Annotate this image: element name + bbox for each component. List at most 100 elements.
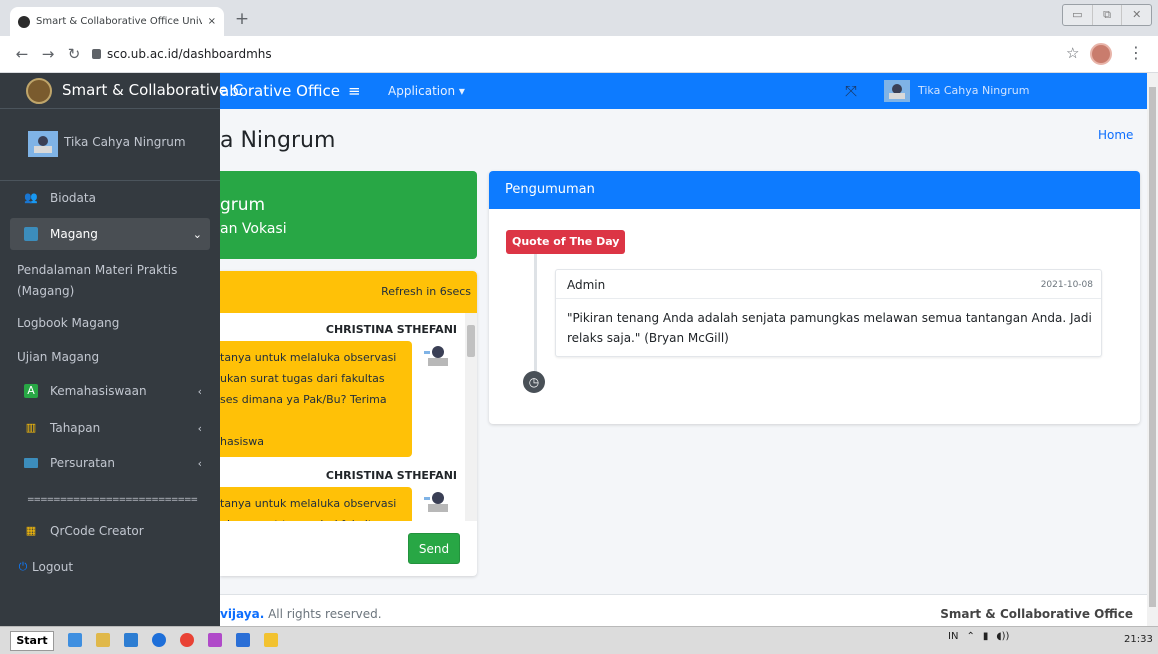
- ie-icon[interactable]: [68, 633, 82, 647]
- sidebar-item-qrcode[interactable]: ▦ QrCode Creator: [10, 515, 210, 547]
- outlook-icon[interactable]: [124, 633, 138, 647]
- page-scrollbar[interactable]: [1147, 73, 1158, 626]
- message-sender: CHRISTINA STHEFANI: [325, 323, 457, 336]
- send-button[interactable]: Send: [408, 533, 460, 564]
- chat-box: Refresh in 6secs CHRISTINA STHEFANI tany…: [220, 271, 477, 576]
- users-icon: 👥: [24, 191, 38, 204]
- profile-avatar[interactable]: [1090, 43, 1112, 65]
- sidebar-user-name: Tika Cahya Ningrum: [64, 135, 186, 149]
- sidebar-item-logout[interactable]: ⏻ Logout: [10, 551, 210, 583]
- browser-menu-icon[interactable]: ⋮: [1128, 43, 1144, 62]
- quote-text: "Pikiran tenang Anda adalah senjata pamu…: [567, 311, 1092, 345]
- folder-icon[interactable]: [96, 633, 110, 647]
- announcement-title: Pengumuman: [489, 171, 1140, 209]
- sidebar-item-label: Tahapan: [50, 421, 101, 435]
- profile-faculty: an Vokasi: [220, 221, 287, 237]
- university-logo-icon: [26, 78, 52, 104]
- badge-a-icon: A: [24, 384, 38, 398]
- sidebar-user-panel[interactable]: Tika Cahya Ningrum: [0, 109, 220, 181]
- footer-brand: Smart & Collaborative Office: [940, 607, 1133, 621]
- chrome-icon[interactable]: [180, 633, 194, 647]
- navbar-user-name[interactable]: Tika Cahya Ningrum: [918, 73, 1029, 109]
- app-icon[interactable]: [208, 633, 222, 647]
- sidebar-item-tahapan[interactable]: ▥ Tahapan ‹: [10, 412, 210, 444]
- sidebar-brand[interactable]: Smart & Collaborative C: [0, 73, 243, 109]
- sidebar-subitem-pendalaman[interactable]: Pendalaman Materi Praktis (Magang): [17, 260, 207, 302]
- network-icon[interactable]: ▮: [983, 631, 989, 642]
- bank-icon: ▥: [25, 421, 37, 434]
- timeline-date: 2021-10-08: [1040, 280, 1093, 290]
- tray-arrow-icon[interactable]: ⌃: [966, 631, 974, 642]
- footer-copyright: vijaya. All rights reserved.: [220, 607, 382, 621]
- timeline-item: Admin 2021-10-08 "Pikiran tenang Anda ad…: [555, 269, 1102, 357]
- sidebar: Smart & Collaborative C Tika Cahya Ningr…: [0, 73, 243, 626]
- forward-arrow-icon[interactable]: →: [38, 44, 58, 64]
- app-icon[interactable]: [236, 633, 250, 647]
- chevron-left-icon: ‹: [197, 456, 202, 470]
- monitor-icon: [24, 227, 38, 241]
- footer-rights: All rights reserved.: [264, 607, 382, 621]
- timeline-author: Admin: [567, 278, 606, 292]
- footer-link[interactable]: vijaya.: [220, 607, 264, 621]
- lock-icon: [92, 49, 101, 59]
- sidebar-item-label: QrCode Creator: [50, 524, 144, 538]
- hamburger-menu-icon[interactable]: ≡: [348, 73, 361, 109]
- sidebar-item-kemahasiswaan[interactable]: A Kemahasiswaan ‹: [10, 375, 210, 407]
- close-window-button[interactable]: ✕: [1122, 5, 1151, 25]
- restore-button[interactable]: ⧉: [1093, 5, 1123, 25]
- message-bubble: tanya untuk melaluka observasi ukan sura…: [220, 341, 412, 457]
- message-bubble: tanya untuk melaluka observasi ukan sura…: [220, 487, 412, 521]
- clock-icon: ◷: [523, 371, 545, 393]
- sidebar-item-label: Biodata: [50, 191, 96, 205]
- chat-scroll-thumb[interactable]: [467, 325, 475, 357]
- page-title: a Ningrum: [220, 128, 336, 153]
- page-scroll-thumb[interactable]: [1149, 87, 1156, 607]
- sidebar-subitem-logbook[interactable]: Logbook Magang: [17, 313, 207, 334]
- sidebar-item-label: Persuratan: [50, 456, 115, 470]
- chat-messages: CHRISTINA STHEFANI tanya untuk melaluka …: [220, 313, 465, 521]
- url-field[interactable]: sco.ub.ac.id/dashboardmhs: [92, 42, 1052, 66]
- new-tab-button[interactable]: +: [230, 9, 254, 31]
- start-button[interactable]: Start: [10, 631, 54, 651]
- sidebar-item-biodata[interactable]: 👥 Biodata: [10, 182, 210, 214]
- tab-close-icon[interactable]: ×: [208, 16, 216, 27]
- timeline-line: [534, 254, 537, 374]
- language-indicator[interactable]: IN: [948, 631, 958, 642]
- reload-icon[interactable]: ↻: [64, 44, 84, 64]
- chat-scrollbar[interactable]: [465, 313, 477, 521]
- url-text: sco.ub.ac.id/dashboardmhs: [107, 47, 272, 61]
- power-icon: ⏻: [18, 560, 28, 573]
- chevron-down-icon: ⌄: [192, 227, 202, 241]
- chat-header: Refresh in 6secs: [220, 271, 477, 313]
- browser-tab[interactable]: Smart & Collaborative Office Univers ×: [10, 7, 224, 36]
- chat-message-input[interactable]: [220, 533, 400, 563]
- back-arrow-icon[interactable]: ←: [12, 44, 32, 64]
- timeline-divider: [556, 298, 1101, 299]
- sidebar-item-label: Kemahasiswaan: [50, 384, 147, 398]
- fullscreen-expand-icon[interactable]: ⤧: [845, 73, 857, 109]
- breadcrumb-home[interactable]: Home: [1098, 128, 1133, 142]
- volume-icon[interactable]: ◖)): [996, 631, 1009, 642]
- user-avatar-icon[interactable]: [884, 80, 910, 102]
- chevron-left-icon: ‹: [197, 421, 202, 435]
- chat-refresh-text: Refresh in 6secs: [381, 285, 471, 298]
- sidebar-brand-text: Smart & Collaborative C: [62, 81, 244, 99]
- application-dropdown[interactable]: Application ▾: [388, 73, 465, 109]
- taskbar-clock: 21:33: [1124, 634, 1153, 645]
- system-tray: IN ⌃ ▮ ◖)): [948, 631, 1009, 642]
- sidebar-subitem-ujian[interactable]: Ujian Magang: [17, 347, 207, 368]
- edge-icon[interactable]: [152, 633, 166, 647]
- message-sender: CHRISTINA STHEFANI: [325, 469, 457, 482]
- tab-title: Smart & Collaborative Office Univers: [36, 16, 202, 27]
- user-avatar-icon: [28, 131, 58, 157]
- app-icon[interactable]: [264, 633, 278, 647]
- sidebar-item-magang[interactable]: Magang ⌄: [10, 218, 210, 250]
- chevron-left-icon: ‹: [197, 384, 202, 398]
- quote-badge: Quote of The Day: [506, 230, 626, 254]
- bookmark-star-icon[interactable]: ☆: [1066, 44, 1079, 62]
- sidebar-divider: ==========================: [27, 495, 198, 505]
- minimize-button[interactable]: ▭: [1063, 5, 1093, 25]
- announcement-card: Pengumuman Quote of The Day Admin 2021-1…: [489, 171, 1140, 424]
- envelope-icon: [24, 458, 38, 468]
- sidebar-item-persuratan[interactable]: Persuratan ‹: [10, 447, 210, 479]
